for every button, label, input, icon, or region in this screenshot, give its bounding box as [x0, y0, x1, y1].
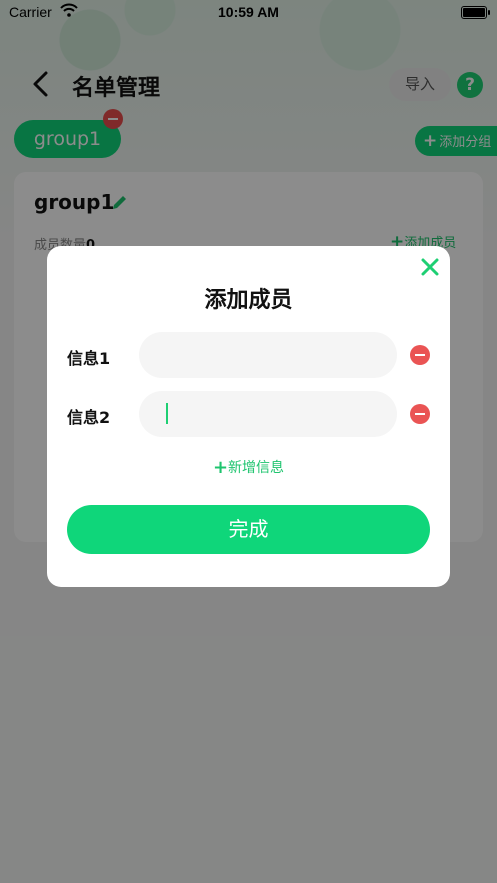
field-label-2: 信息2	[67, 408, 111, 427]
close-icon[interactable]	[420, 257, 440, 277]
remove-field-1-button[interactable]	[410, 345, 430, 365]
add-member-dialog: 添加成员 信息1 信息2 +新增信息 完成	[47, 246, 450, 587]
remove-field-2-button[interactable]	[410, 404, 430, 424]
info-field-2[interactable]	[139, 391, 397, 437]
field-label-1: 信息1	[67, 349, 111, 368]
done-button[interactable]: 完成	[67, 505, 430, 554]
add-info-button[interactable]: +新增信息	[47, 457, 450, 478]
info-field-1[interactable]	[139, 332, 397, 378]
text-cursor	[166, 403, 168, 424]
add-info-label: 新增信息	[228, 460, 285, 476]
dialog-title: 添加成员	[204, 288, 293, 313]
plus-icon: +	[212, 457, 229, 478]
